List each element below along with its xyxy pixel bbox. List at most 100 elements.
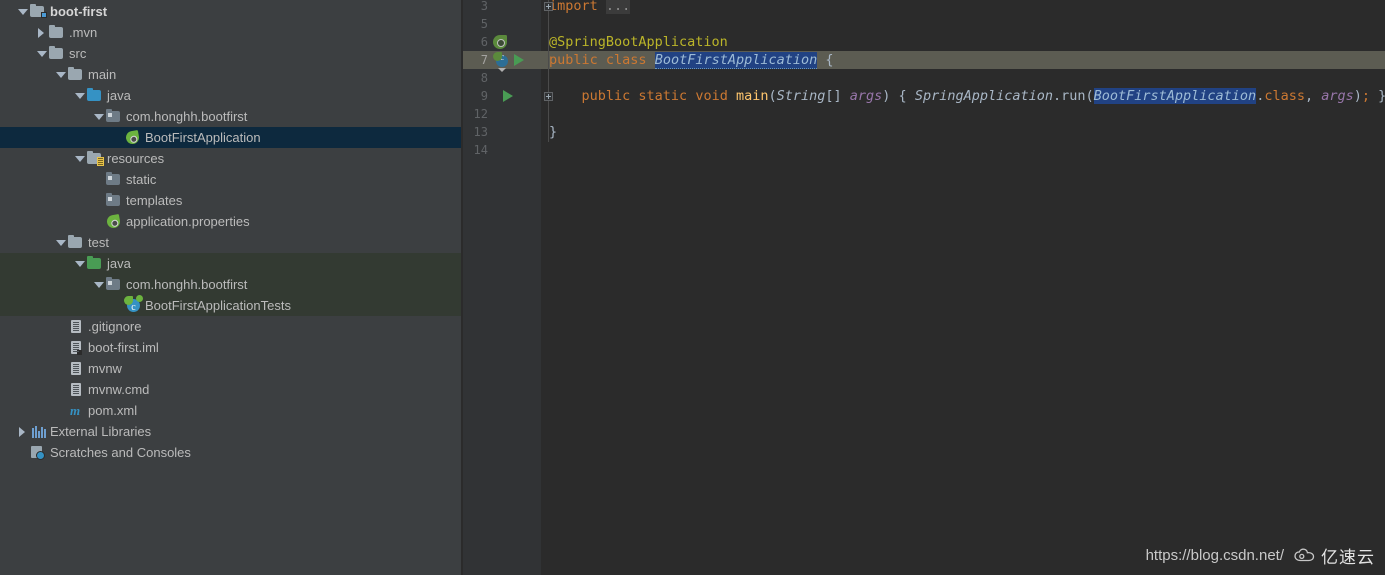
line-number: 5: [480, 17, 488, 31]
chevron-down-icon[interactable]: [73, 148, 86, 169]
tree-item-mvnw-cmd[interactable]: mvnw.cmd: [0, 379, 461, 400]
source-root-folder-icon: [86, 85, 104, 106]
gutter-line-13[interactable]: 13: [463, 123, 541, 141]
gutter-line-5[interactable]: 5: [463, 15, 541, 33]
tree-item-resources[interactable]: resources: [0, 148, 461, 169]
text-file-icon: [67, 379, 85, 400]
chevron-down-icon[interactable]: [54, 64, 67, 85]
tree-item-external-libraries[interactable]: External Libraries: [0, 421, 461, 442]
line-number: 6: [480, 35, 488, 49]
gutter-line-12[interactable]: 12: [463, 105, 541, 123]
tree-item-label: pom.xml: [88, 403, 138, 418]
tree-item-scratches-and-consoles[interactable]: Scratches and Consoles: [0, 442, 461, 463]
code-token: }: [549, 124, 558, 140]
code-line-13[interactable]: }: [549, 123, 557, 141]
chevron-down-icon[interactable]: [73, 85, 86, 106]
run-method-gutter-icon[interactable]: [503, 90, 513, 102]
code-editor[interactable]: 3 5 6 7 8 9 12 13 14 import ... @SpringBootApplic…: [463, 0, 1385, 575]
chevron-down-icon[interactable]: [16, 1, 29, 22]
code-token: ) {: [882, 88, 915, 104]
run-method-gutter-icon[interactable]: [514, 54, 524, 66]
tree-item-label: External Libraries: [50, 424, 152, 439]
tree-item-test[interactable]: test: [0, 232, 461, 253]
tree-item-label: com.honghh.bootfirst: [126, 109, 248, 124]
chevron-right-icon[interactable]: [35, 22, 48, 43]
tree-item-templates[interactable]: templates: [0, 190, 461, 211]
tree-item-bootfirstapplication[interactable]: BootFirstApplication: [0, 127, 461, 148]
tree-item-boot-first[interactable]: boot-first: [0, 1, 461, 22]
code-token: []: [825, 88, 850, 104]
code-token: }: [1370, 88, 1385, 104]
tree-item-java[interactable]: java: [0, 85, 461, 106]
code-line-3[interactable]: import ...: [549, 0, 631, 15]
code-token: (: [768, 88, 777, 104]
tree-no-arrow: [111, 295, 124, 316]
tree-item-java[interactable]: java: [0, 253, 461, 274]
code-token: void: [695, 88, 736, 104]
tree-item-label: static: [126, 172, 157, 187]
tree-item-boot-first-iml[interactable]: boot-first.iml: [0, 337, 461, 358]
tree-item-main[interactable]: main: [0, 64, 461, 85]
tree-item-src[interactable]: src: [0, 43, 461, 64]
code-line-6[interactable]: @SpringBootApplication: [549, 33, 728, 51]
tree-item-pom-xml[interactable]: m pom.xml: [0, 400, 461, 421]
code-token: .run(: [1052, 88, 1094, 104]
module-folder-icon: [29, 1, 47, 22]
tree-item-application-properties[interactable]: application.properties: [0, 211, 461, 232]
code-token: public: [549, 52, 606, 68]
chevron-down-icon[interactable]: [35, 43, 48, 64]
code-token: public: [549, 88, 639, 104]
package-folder-icon: [105, 106, 123, 127]
tree-no-arrow: [111, 127, 124, 148]
tree-item-static[interactable]: static: [0, 169, 461, 190]
chevron-right-icon[interactable]: [16, 421, 29, 442]
gutter-line-3[interactable]: 3: [463, 0, 541, 15]
code-token: ...: [605, 0, 631, 14]
chevron-down-icon[interactable]: [92, 274, 105, 295]
package-folder-icon: [105, 274, 123, 295]
fold-collapsed-icon[interactable]: [544, 2, 553, 11]
tree-item-mvnw[interactable]: mvnw: [0, 358, 461, 379]
fold-expand-icon[interactable]: [544, 92, 553, 101]
tree-no-arrow: [16, 442, 29, 463]
ide-window: boot-first .mvn src main java com.honghh.boot…: [0, 0, 1385, 575]
tree-item-com-honghh-bootfirst[interactable]: com.honghh.bootfirst: [0, 274, 461, 295]
editor-gutter[interactable]: 3 5 6 7 8 9 12 13 14: [463, 0, 1385, 575]
editor-code-area[interactable]: import ... @SpringBootApplication public c…: [541, 0, 1385, 575]
project-tool-window[interactable]: boot-first .mvn src main java com.honghh.boot…: [0, 0, 463, 575]
code-line-7[interactable]: public class BootFirstApplication {: [549, 51, 834, 69]
tree-no-arrow: [54, 316, 67, 337]
code-token: import: [549, 0, 606, 14]
tree-no-arrow: [92, 211, 105, 232]
chevron-down-icon[interactable]: [92, 106, 105, 127]
tree-item-label: BootFirstApplicationTests: [145, 298, 291, 313]
line-number: 14: [473, 143, 488, 157]
tree-item-label: java: [107, 256, 131, 271]
code-token: class: [605, 52, 655, 68]
code-token: args: [849, 88, 883, 104]
tree-item-label: BootFirstApplication: [145, 130, 261, 145]
chevron-down-icon[interactable]: [54, 232, 67, 253]
spring-run-class-gutter-icon[interactable]: [493, 52, 508, 72]
resource-root-folder-icon: [86, 148, 104, 169]
code-token: BootFirstApplication: [654, 52, 818, 69]
tree-no-arrow: [92, 190, 105, 211]
tree-item-com-honghh-bootfirst[interactable]: com.honghh.bootfirst: [0, 106, 461, 127]
folder-icon: [48, 22, 66, 43]
code-line-9[interactable]: public static void main(String[] args) {…: [549, 87, 1385, 105]
gutter-line-14[interactable]: 14: [463, 141, 541, 159]
scratches-icon: [29, 442, 47, 463]
spring-class-icon: [124, 127, 142, 148]
tree-item-label: com.honghh.bootfirst: [126, 277, 248, 292]
tree-item-label: java: [107, 88, 131, 103]
chevron-down-icon[interactable]: [73, 253, 86, 274]
gutter-line-9[interactable]: 9: [463, 87, 541, 105]
tree-no-arrow: [92, 169, 105, 190]
tree-no-arrow: [54, 400, 67, 421]
spring-bean-gutter-icon[interactable]: [493, 35, 507, 49]
text-file-icon: [67, 316, 85, 337]
tree-item-bootfirstapplicationtests[interactable]: BootFirstApplicationTests: [0, 295, 461, 318]
tree-item-gitignore[interactable]: .gitignore: [0, 316, 461, 337]
tree-item-label: application.properties: [126, 214, 250, 229]
tree-item-mvn[interactable]: .mvn: [0, 22, 461, 43]
